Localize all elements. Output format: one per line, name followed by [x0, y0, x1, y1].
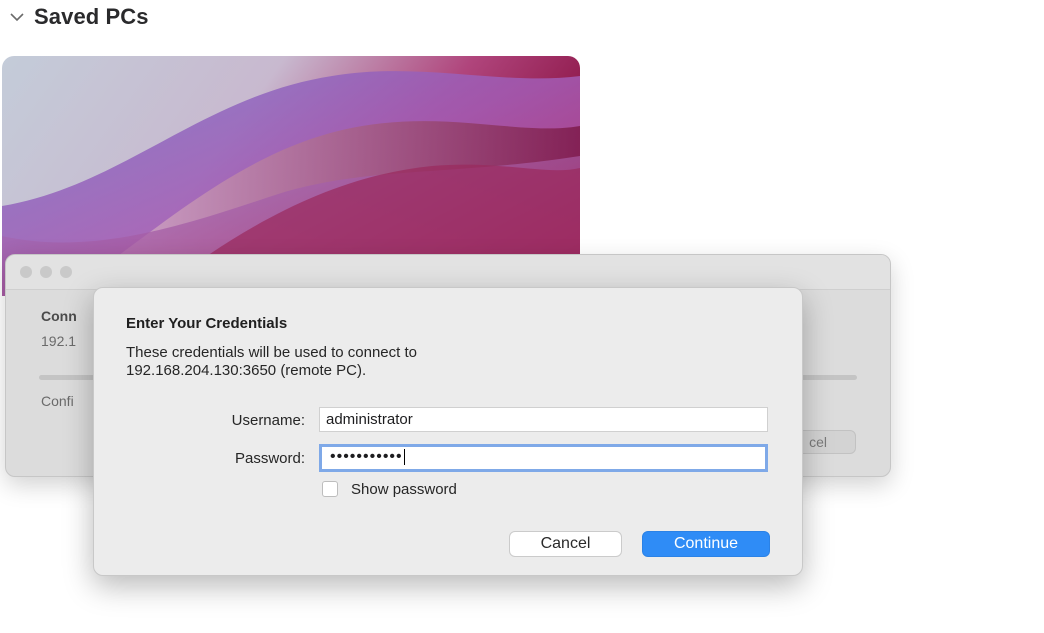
- show-password-checkbox[interactable]: [322, 481, 338, 497]
- password-value: •••••••••••: [330, 448, 403, 465]
- section-title: Saved PCs: [34, 4, 149, 29]
- password-field[interactable]: •••••••••••: [319, 444, 768, 472]
- dialog-message: These credentials will be used to connec…: [126, 344, 746, 380]
- connecting-status: Confi: [41, 393, 74, 409]
- username-field[interactable]: administrator: [319, 407, 768, 432]
- cancel-button[interactable]: Cancel: [509, 531, 622, 557]
- username-value: administrator: [326, 411, 413, 428]
- dialog-message-line1: These credentials will be used to connec…: [126, 344, 417, 361]
- zoom-window-icon[interactable]: [60, 266, 72, 278]
- chevron-down-icon[interactable]: [6, 6, 28, 28]
- saved-pcs-header[interactable]: Saved PCs: [6, 2, 149, 32]
- minimize-window-icon[interactable]: [40, 266, 52, 278]
- password-label: Password:: [234, 450, 305, 467]
- continue-button[interactable]: Continue: [642, 531, 770, 557]
- username-label: Username:: [231, 412, 305, 429]
- credentials-dialog: Enter Your Credentials These credentials…: [93, 287, 803, 576]
- show-password-label[interactable]: Show password: [351, 481, 457, 498]
- dialog-title: Enter Your Credentials: [126, 315, 288, 332]
- close-window-icon[interactable]: [20, 266, 32, 278]
- connecting-title: Conn: [41, 308, 77, 324]
- text-caret: [403, 448, 405, 465]
- dialog-message-line2: 192.168.204.130:3650 (remote PC).: [126, 362, 367, 379]
- connecting-address: 192.1: [41, 333, 77, 349]
- window-titlebar: [6, 255, 890, 290]
